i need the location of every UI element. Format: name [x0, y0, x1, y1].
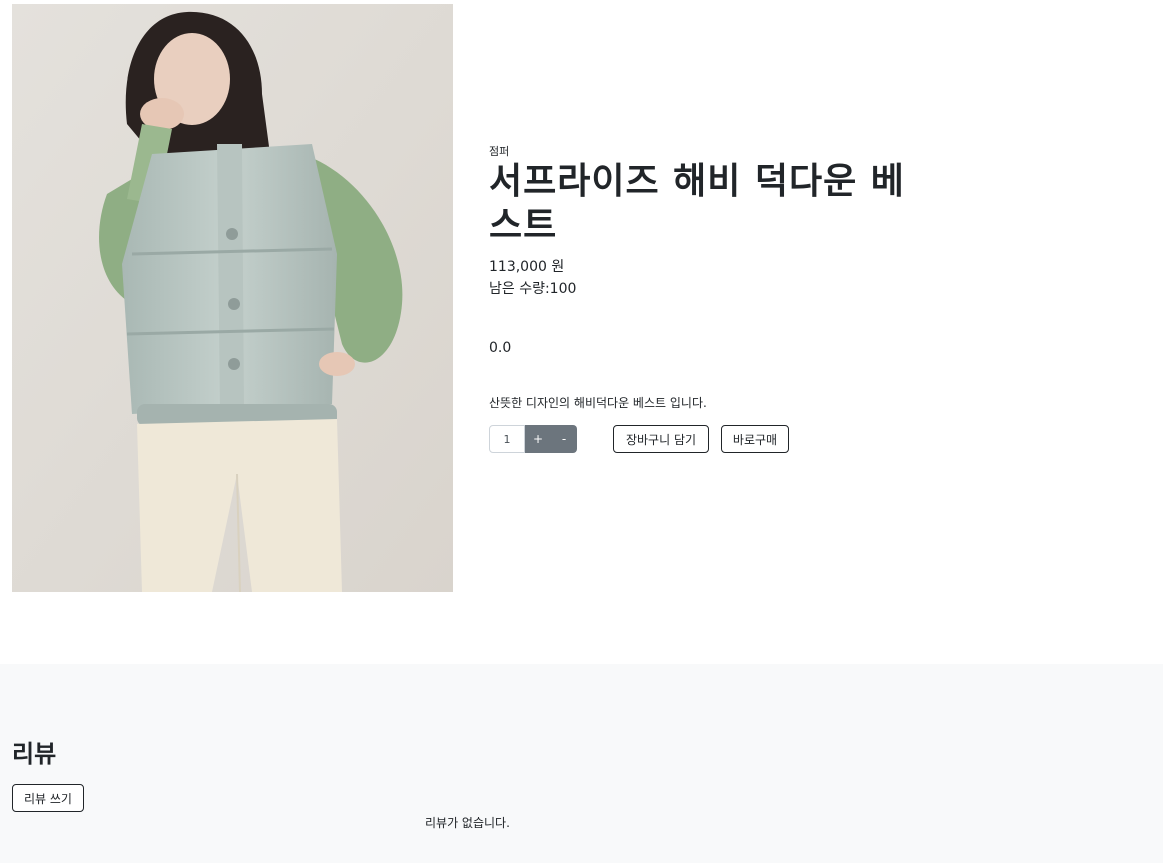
- no-reviews-message: 리뷰가 없습니다.: [425, 816, 510, 830]
- quantity-input[interactable]: [489, 425, 525, 453]
- product-detail: 점퍼 서프라이즈 해비 덕다운 베스트 113,000 원 남은 수량:100 …: [0, 0, 1163, 664]
- product-category: 점퍼: [489, 145, 510, 158]
- review-heading: 리뷰: [12, 740, 57, 768]
- review-section: 리뷰 리뷰 쓰기 리뷰가 없습니다.: [0, 664, 1163, 863]
- quantity-increase-button[interactable]: +: [525, 425, 551, 453]
- buy-now-button[interactable]: 바로구매: [721, 425, 789, 453]
- add-to-cart-button[interactable]: 장바구니 담기: [613, 425, 709, 453]
- product-image: [12, 4, 453, 592]
- product-description: 산뜻한 디자인의 해비덕다운 베스트 입니다.: [489, 396, 707, 410]
- rating-score: 0.0: [489, 340, 512, 356]
- product-price: 113,000 원: [489, 259, 565, 275]
- product-photo-illustration: [12, 4, 453, 592]
- write-review-button[interactable]: 리뷰 쓰기: [12, 784, 84, 812]
- stock-remaining: 남은 수량:100: [489, 281, 577, 297]
- product-title: 서프라이즈 해비 덕다운 베스트: [489, 161, 905, 246]
- quantity-decrease-button[interactable]: -: [551, 425, 577, 453]
